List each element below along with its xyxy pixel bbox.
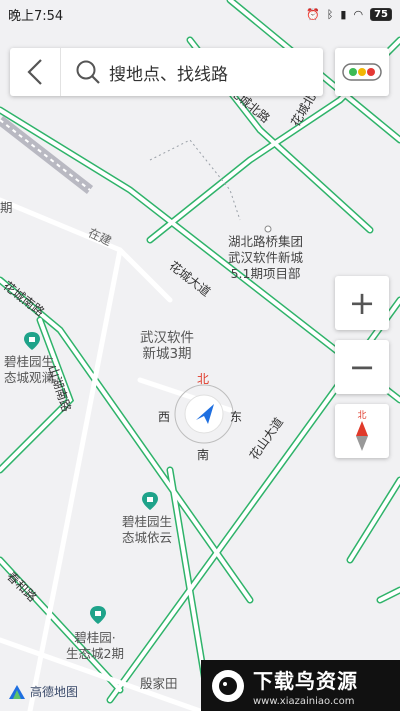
poi-pin-icon [24,332,40,350]
poi-pin-icon [90,606,106,624]
back-button[interactable] [10,48,61,96]
search-bar[interactable]: 搜地点、找线路 [10,48,323,96]
signal-icon: ▮ [340,7,347,21]
search-input[interactable]: 搜地点、找线路 [109,60,228,85]
traffic-light-icon [342,63,382,81]
bird-logo-icon [212,669,244,702]
poi-label-hubei-luqiao: 湖北路桥集团 武汉软件新城 5.1期项目部 [228,234,304,281]
battery-icon: 75 [370,7,392,21]
zoom-in-button[interactable]: + [335,276,389,330]
wifi-icon: ◠ [353,7,364,21]
amap-logo-text: 高德地图 [30,685,79,699]
status-icons: ⏰ ᛒ ▮ ◠ 75 [306,7,392,21]
poi-pin-icon [142,492,158,510]
traffic-toggle-button[interactable] [335,48,389,96]
zoom-out-button[interactable]: − [335,340,389,394]
direction-north-label: 北 [197,372,210,386]
plus-icon: + [348,284,376,322]
poi-label-software-city-3: 武汉软件 新城3期 [140,330,194,362]
direction-east-label: 东 [230,410,243,424]
amap-logo-icon [9,684,25,699]
place-label-qi: 期 [0,200,13,215]
watermark-title: 下载鸟资源 [253,668,358,693]
compass-needle-icon [356,421,368,451]
chevron-left-icon [27,59,42,85]
status-time: 晚上7:54 [8,8,64,24]
location-compass: 北 南 东 西 [158,368,248,462]
alarm-icon: ⏰ [306,7,320,21]
amap-logo: 高德地图 [8,683,78,700]
poi-dot-icon [264,225,272,233]
place-label-yinjiatian: 殷家田 [140,676,178,691]
search-icon [76,60,100,84]
bluetooth-icon: ᛒ [326,7,334,21]
direction-west-label: 西 [158,410,171,424]
poi-label-biguiyuan-2: 碧桂园· 生态城2期 [66,630,124,661]
poi-label-biguiyuan-yiyun: 碧桂园生 态城依云 [122,514,173,545]
watermark-url: www.xiazainiao.com [253,695,355,707]
direction-south-label: 南 [197,448,210,462]
minus-icon: − [348,348,376,386]
status-bar: 晚上7:54 ⏰ ᛒ ▮ ◠ 75 [0,0,400,28]
watermark-banner: 下载鸟资源 www.xiazainiao.com [201,660,400,711]
compass-north-label: 北 [357,411,367,421]
compass-button[interactable]: 北 [335,404,389,458]
